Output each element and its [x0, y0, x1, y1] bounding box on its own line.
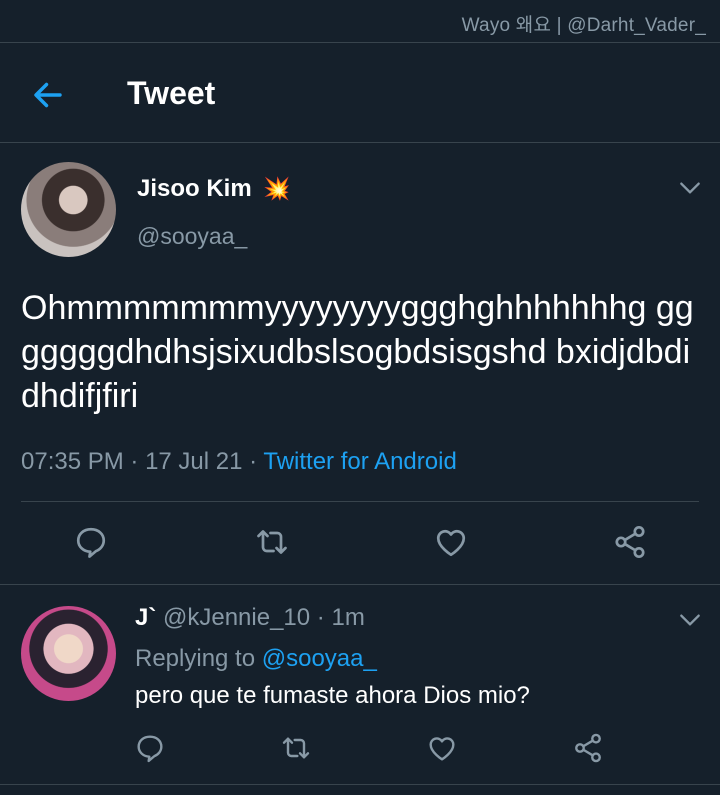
share-button[interactable]: [612, 524, 648, 560]
reply-reply-button[interactable]: [134, 732, 166, 764]
tweet-source-link[interactable]: Twitter for Android: [263, 448, 456, 475]
replying-prefix: Replying to: [135, 645, 262, 672]
collision-emoji-icon: 💥: [263, 176, 291, 201]
author-avatar[interactable]: [21, 162, 116, 257]
header: Tweet: [0, 43, 720, 143]
meta-divider: [21, 501, 699, 502]
tweet-options-button[interactable]: [677, 178, 703, 198]
reply-author-handle[interactable]: @kJennie_10: [163, 604, 310, 631]
comment-icon: [76, 527, 106, 558]
heart-icon: [436, 529, 466, 557]
replying-to: Replying to @sooyaa_: [135, 645, 377, 673]
reply-author-name[interactable]: J`: [135, 604, 156, 632]
tweet-divider: [0, 584, 720, 585]
tweet-time: 07:35 PM: [21, 448, 124, 475]
retweet-icon: [257, 530, 287, 554]
comment-icon: [137, 735, 163, 763]
meta-separator: ·: [242, 448, 264, 475]
meta-separator: ·: [123, 448, 146, 475]
reply-handle-time: @kJennie_10 · 1m: [163, 604, 365, 632]
share-icon: [575, 733, 601, 763]
bottom-divider: [0, 784, 720, 785]
reply-retweet-button[interactable]: [280, 732, 312, 764]
reply-author-avatar[interactable]: [21, 606, 116, 701]
author-name[interactable]: Jisoo Kim: [137, 175, 252, 203]
share-icon: [615, 525, 645, 559]
retweet-icon: [282, 737, 310, 759]
chevron-down-icon: [680, 182, 700, 194]
back-button[interactable]: [30, 77, 66, 113]
reply-like-button[interactable]: [426, 732, 458, 764]
tweet-meta: 07:35 PM · 17 Jul 21 · Twitter for Andro…: [21, 448, 457, 476]
watermark: Wayo 왜요 | @Darht_Vader_: [461, 15, 706, 36]
tweet-date: 17 Jul 21: [145, 448, 243, 475]
retweet-button[interactable]: [254, 524, 290, 560]
chevron-down-icon: [680, 614, 700, 626]
arrow-left-icon: [34, 82, 62, 108]
tweet-text: Ohmmmmmmmyyyyyyyyggghghhhhhhhg gggggggdh…: [21, 289, 694, 415]
like-button[interactable]: [433, 524, 469, 560]
header-divider: [0, 142, 720, 143]
replying-to-mention[interactable]: @sooyaa_: [262, 645, 377, 672]
author-handle[interactable]: @sooyaa_: [137, 223, 247, 250]
reply-share-button[interactable]: [572, 732, 604, 764]
reply-options-button[interactable]: [677, 610, 703, 630]
page-title: Tweet: [127, 75, 216, 111]
reply-text: pero que te fumaste ahora Dios mio?: [135, 682, 530, 709]
reply-button[interactable]: [73, 524, 109, 560]
reply-timestamp: 1m: [331, 604, 365, 631]
heart-icon: [429, 737, 455, 761]
reply-separator: ·: [310, 604, 332, 631]
